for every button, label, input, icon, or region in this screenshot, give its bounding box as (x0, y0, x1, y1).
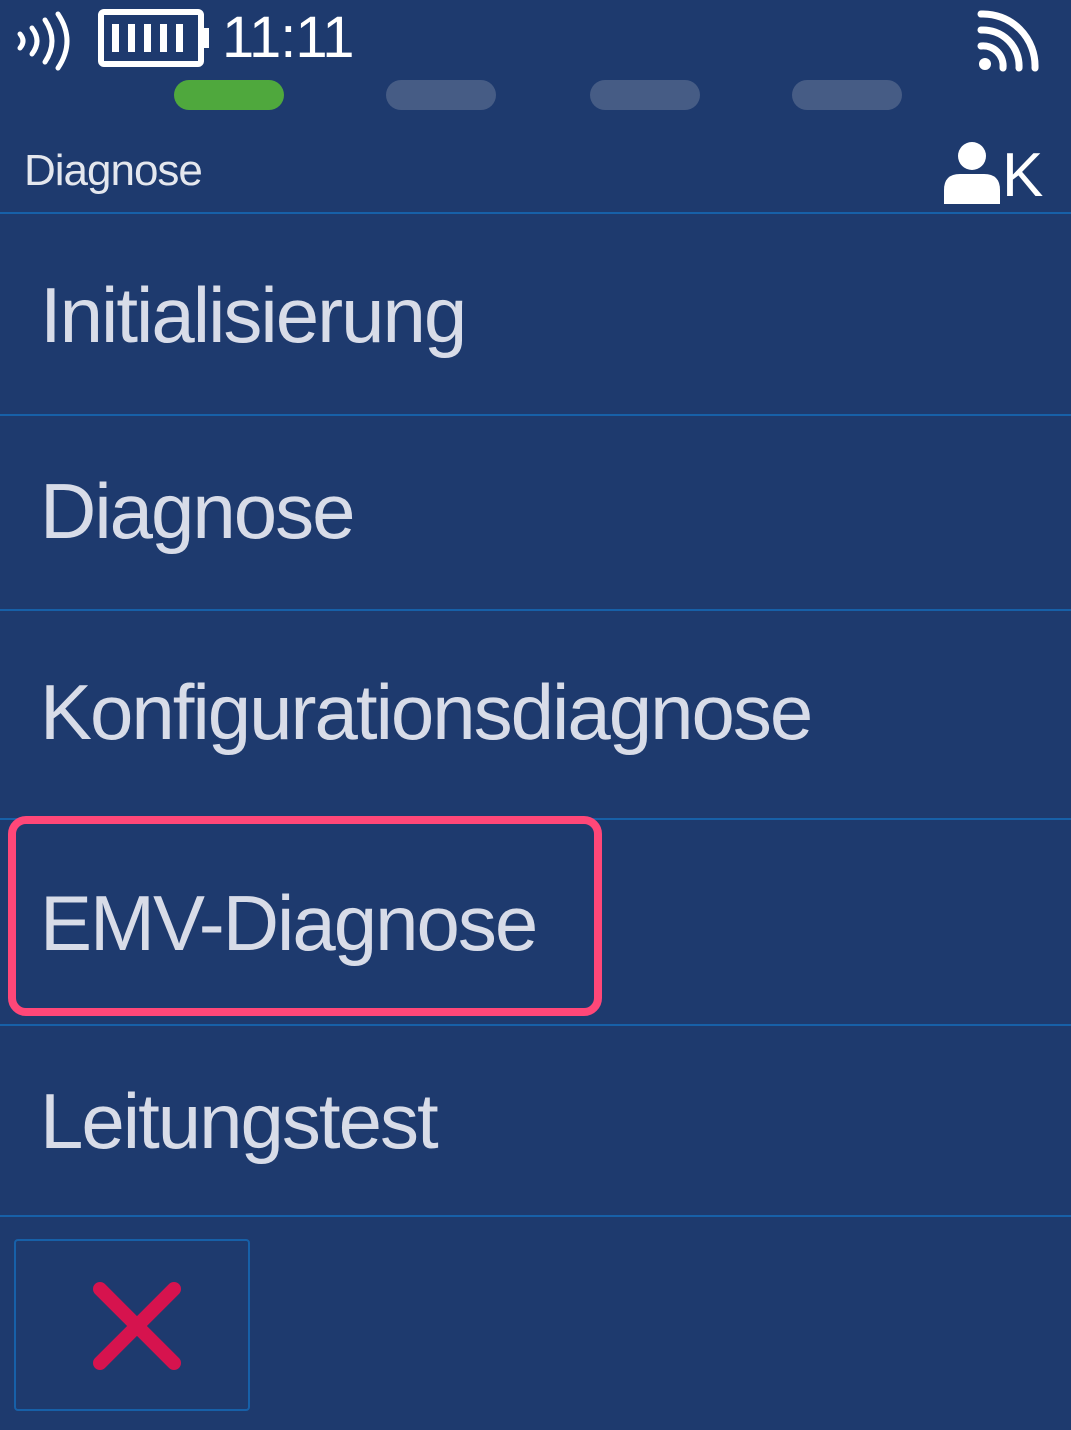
wifi-icon (977, 10, 1039, 72)
contactless-icon (17, 11, 70, 71)
status-bar: 11:11 (0, 0, 1071, 80)
clock: 11:11 (222, 5, 355, 70)
progress-steps (0, 80, 1071, 110)
menu-item-label: Diagnose (40, 467, 356, 555)
battery-icon (98, 9, 209, 67)
progress-step-3 (590, 80, 700, 110)
selection-highlight (8, 816, 602, 1016)
menu-list: Initialisierung Diagnose Konfigurationsd… (0, 214, 1071, 1217)
menu-item-leitungstest[interactable]: Leitungstest (0, 1026, 1071, 1217)
menu-item-label: Initialisierung (40, 271, 467, 359)
page-title: Diagnose (24, 146, 203, 195)
close-button[interactable] (14, 1239, 250, 1411)
close-icon (93, 1282, 181, 1370)
menu-item-konfigurationsdiagnose[interactable]: Konfigurationsdiagnose (0, 611, 1071, 820)
menu-item-diagnose[interactable]: Diagnose (0, 416, 1071, 611)
menu-item-initialisierung[interactable]: Initialisierung (0, 214, 1071, 416)
user-icon (944, 142, 1000, 204)
menu-item-label: Leitungstest (40, 1077, 439, 1165)
progress-step-1 (174, 80, 284, 110)
progress-step-4 (792, 80, 902, 110)
user-label: K (1002, 141, 1044, 210)
menu-item-label: Konfigurationsdiagnose (40, 668, 813, 756)
header: Diagnose K (0, 110, 1071, 214)
progress-step-2 (386, 80, 496, 110)
